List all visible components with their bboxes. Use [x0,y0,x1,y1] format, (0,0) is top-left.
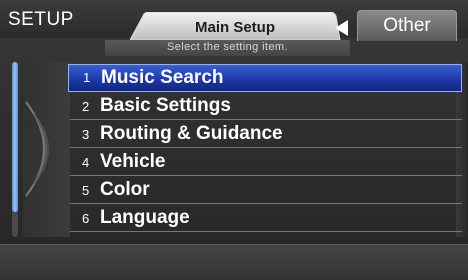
menu-item-number: 6 [82,211,90,226]
page-title: SETUP [8,9,74,30]
divider [70,231,462,232]
menu-item-label: Vehicle [100,151,166,172]
header: SETUP Main Setup Other [0,0,468,41]
menu-item-label: Routing & Guidance [100,123,283,144]
tab-main-setup-label: Main Setup [194,19,275,36]
tab-main-setup[interactable]: Main Setup [130,12,348,40]
menu-item-number: 5 [82,183,90,198]
scrollbar-thumb[interactable] [12,62,18,212]
tab-other[interactable]: Other [357,10,457,41]
menu-item-label: Basic Settings [100,95,231,116]
menu-item-label: Music Search [101,67,224,88]
menu-item-number: 2 [82,99,90,114]
tab-other-label: Other [383,15,431,36]
instruction-text: Select the setting item. [167,41,288,53]
menu-item-basic-settings[interactable]: 2 Basic Settings [68,92,462,120]
dial-knob-icon [25,101,49,197]
menu-item-number: 4 [82,155,90,170]
menu-item-language[interactable]: 6 Language [68,204,462,232]
menu-item-label: Color [100,179,150,200]
menu-item-routing-guidance[interactable]: 3 Routing & Guidance [68,120,462,148]
menu-item-color[interactable]: 5 Color [68,176,462,204]
menu-item-vehicle[interactable]: 4 Vehicle [68,148,462,176]
triangle-left-icon[interactable] [332,18,352,38]
menu-item-number: 3 [82,127,90,142]
triangle-left-icon-shape [335,20,348,36]
setup-menu: 1 Music Search 2 Basic Settings 3 Routin… [68,64,462,232]
setup-screen: SETUP Main Setup Other Select the settin… [0,0,468,280]
bottom-bar [0,244,468,280]
menu-item-music-search[interactable]: 1 Music Search [68,64,462,92]
menu-item-number: 1 [83,70,91,85]
menu-item-label: Language [100,207,190,228]
